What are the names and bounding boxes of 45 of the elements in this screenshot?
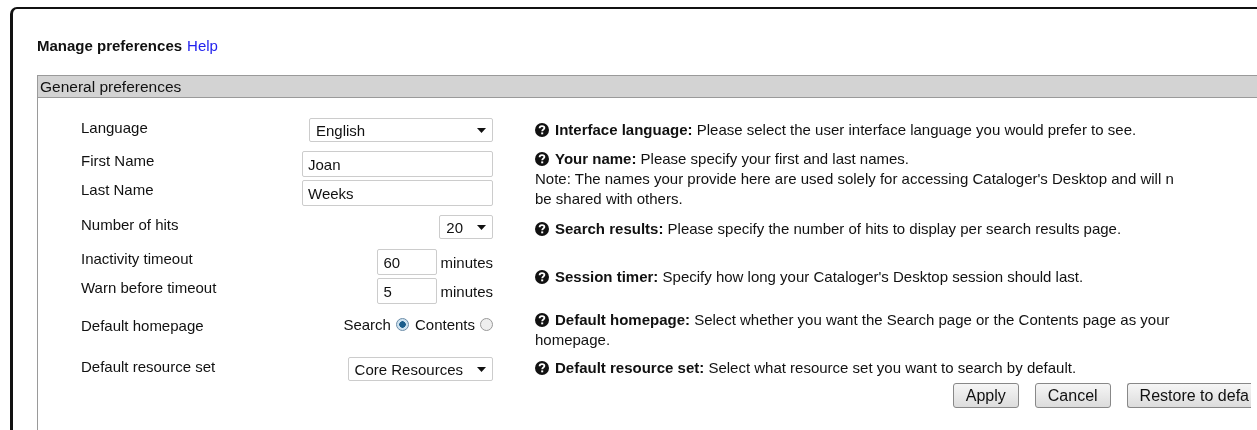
help-icon (535, 152, 549, 166)
caret-icon (477, 224, 486, 230)
radio-label: Contents (414, 316, 475, 333)
note-text: Note: The names your provide here are used solely for accessing Cataloger's Desktop and will n (535, 169, 1175, 189)
help-icon (535, 222, 549, 236)
help-text: Default resource set: Select what resource set you want to search by default. (555, 358, 1077, 378)
field-label: Language (81, 118, 148, 136)
dropdown[interactable]: 20 (439, 215, 493, 239)
unit-label: minutes (440, 282, 493, 300)
field-label: First Name (81, 151, 155, 169)
action-button[interactable]: Cancel (1034, 383, 1111, 408)
help-text: Your name: Please specify your first and last names. (555, 149, 910, 169)
unit-label: minutes (440, 253, 493, 271)
help-icon (535, 313, 549, 327)
dropdown[interactable]: English (309, 118, 493, 142)
field-label: Default homepage (81, 316, 204, 334)
radio-button[interactable] (480, 318, 493, 331)
dropdown[interactable]: Core Resources (347, 357, 493, 381)
radio-button[interactable] (395, 318, 409, 331)
help-text: Default homepage: Select whether you want the Search page or the Contents page as your (555, 310, 1170, 330)
field-label: Number of hits (81, 215, 179, 233)
help-text: Session timer: Specify how long your Cataloger's Desktop session should last. (555, 267, 1084, 287)
help-icon (535, 123, 549, 137)
help-text: Interface language: Please select the user interface language you would prefer to see. (555, 120, 1137, 140)
help-text: homepage. (535, 330, 612, 350)
action-button[interactable]: Restore to defa (1126, 383, 1251, 408)
field-label: Inactivity timeout (81, 249, 193, 267)
help-icon (535, 361, 549, 375)
help-text: Search results: Please specify the number of hits to display per search results page. (555, 219, 1122, 239)
field-label: Last Name (81, 180, 154, 198)
field-label: Warn before timeout (81, 278, 217, 296)
number-field[interactable]: 60 (377, 249, 438, 275)
page-title: Manage preferences (37, 37, 183, 54)
action-button[interactable]: Apply (952, 383, 1019, 408)
caret-icon (477, 366, 486, 372)
section-header: General preferences (38, 76, 1257, 98)
note-text: be shared with others. (535, 189, 684, 209)
field-label: Default resource set (81, 357, 216, 375)
radio-label: Search (343, 316, 391, 333)
help-icon (535, 270, 549, 284)
text-field[interactable]: Weeks (302, 180, 493, 206)
number-field[interactable]: 5 (377, 278, 438, 304)
text-field[interactable]: Joan (302, 151, 493, 177)
help-link[interactable]: Help (187, 37, 218, 54)
caret-icon (477, 127, 486, 133)
